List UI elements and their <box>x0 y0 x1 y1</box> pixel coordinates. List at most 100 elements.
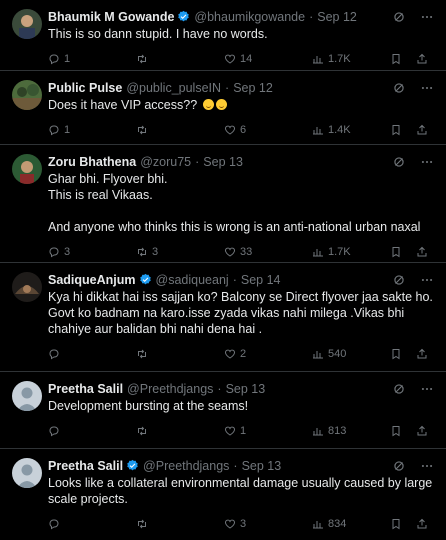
tweet[interactable]: Zoru Bhathena @zoru75 · Sep 13 Ghar bhi.… <box>0 145 446 263</box>
tweet-date[interactable]: Sep 14 <box>241 273 281 287</box>
bookmark-icon[interactable] <box>390 246 402 258</box>
reply-button[interactable] <box>48 425 136 437</box>
more-icon[interactable] <box>420 10 434 24</box>
tweet-actions: 1 6 1.4K <box>48 113 434 147</box>
like-button[interactable]: 2 <box>224 348 312 360</box>
views-button[interactable]: 1.7K <box>312 53 388 65</box>
more-icon[interactable] <box>420 273 434 287</box>
tweet[interactable]: Public Pulse @public_pulseIN · Sep 12 Do… <box>0 71 446 145</box>
more-icon[interactable] <box>420 81 434 95</box>
grok-icon[interactable] <box>392 155 406 169</box>
display-name[interactable]: Public Pulse <box>48 81 122 95</box>
like-button[interactable]: 3 <box>224 518 312 530</box>
views-icon <box>313 351 323 359</box>
tweet-date[interactable]: Sep 12 <box>233 81 273 95</box>
bookmark-icon[interactable] <box>390 124 402 136</box>
grok-icon[interactable] <box>392 382 406 396</box>
tweet-text: Ghar bhi. Flyover bhi. This is real Vika… <box>48 171 434 235</box>
avatar[interactable] <box>12 80 42 110</box>
retweet-button[interactable] <box>136 518 224 530</box>
user-handle[interactable]: @Preethdjangs <box>143 459 229 473</box>
retweet-button[interactable] <box>136 348 224 360</box>
avatar[interactable] <box>12 381 42 411</box>
bookmark-icon[interactable] <box>390 518 402 530</box>
tweet[interactable]: Bhaumik M Gowande @bhaumikgowande · Sep … <box>0 0 446 71</box>
views-button[interactable]: 813 <box>312 425 388 437</box>
more-icon[interactable] <box>420 382 434 396</box>
reply-button[interactable] <box>48 518 136 530</box>
bookmark-icon[interactable] <box>390 53 402 65</box>
share-icon[interactable] <box>416 425 428 437</box>
display-name[interactable]: Preetha Salil <box>48 382 123 396</box>
like-button[interactable]: 6 <box>224 124 312 136</box>
display-name[interactable]: Zoru Bhathena <box>48 155 136 169</box>
more-icon[interactable] <box>420 155 434 169</box>
like-count: 6 <box>240 124 247 136</box>
view-count: 834 <box>328 518 347 530</box>
reply-button[interactable]: 1 <box>48 124 136 136</box>
grok-icon[interactable] <box>392 81 406 95</box>
bookmark-icon[interactable] <box>390 425 402 437</box>
reply-button[interactable] <box>48 348 136 360</box>
view-count: 813 <box>328 425 347 437</box>
tweet-text-content: Does it have VIP access?? <box>48 98 198 112</box>
retweet-button[interactable]: 3 <box>136 246 224 258</box>
share-icon[interactable] <box>416 124 428 136</box>
tweet[interactable]: Preetha Salil @Preethdjangs · Sep 13 Dev… <box>0 372 446 449</box>
avatar[interactable] <box>12 9 42 39</box>
tweet-date[interactable]: Sep 13 <box>226 382 266 396</box>
share-icon[interactable] <box>416 53 428 65</box>
reply-button[interactable]: 3 <box>48 246 136 258</box>
user-handle[interactable]: @bhaumikgowande <box>194 10 305 24</box>
tweet[interactable]: SadiqueAnjum @sadiqueanj · Sep 14 Kya hi… <box>0 263 446 372</box>
tweet-date[interactable]: Sep 13 <box>203 155 243 169</box>
user-handle[interactable]: @public_pulseIN <box>126 81 221 95</box>
reply-button[interactable]: 1 <box>48 53 136 65</box>
share-icon[interactable] <box>416 348 428 360</box>
tweet-header-actions <box>392 155 434 169</box>
tweet[interactable]: Preetha Salil @Preethdjangs · Sep 13 Loo… <box>0 449 446 540</box>
more-icon[interactable] <box>420 459 434 473</box>
views-button[interactable]: 1.7K <box>312 246 388 258</box>
views-icon <box>313 428 323 436</box>
like-button[interactable]: 33 <box>224 246 312 258</box>
tweet-text-line <box>48 203 434 219</box>
display-name[interactable]: Bhaumik M Gowande <box>48 10 174 24</box>
separator-dot: · <box>309 9 314 24</box>
tweet-date[interactable]: Sep 13 <box>242 459 282 473</box>
views-button[interactable]: 834 <box>312 518 388 530</box>
views-button[interactable]: 540 <box>312 348 388 360</box>
avatar[interactable] <box>12 458 42 488</box>
reply-icon <box>49 247 59 258</box>
like-count: 33 <box>240 246 253 258</box>
display-name[interactable]: Preetha Salil <box>48 459 123 473</box>
retweet-button[interactable] <box>136 425 224 437</box>
share-icon[interactable] <box>416 518 428 530</box>
tweet-header-actions <box>392 81 434 95</box>
retweet-icon <box>138 349 146 359</box>
grok-icon[interactable] <box>392 273 406 287</box>
grok-icon[interactable] <box>392 10 406 24</box>
tweet-text-line: Kya hi dikkat hai iss sajjan ko? Balcony… <box>48 290 433 336</box>
display-name[interactable]: SadiqueAnjum <box>48 273 136 287</box>
tweet-header: Preetha Salil @Preethdjangs · Sep 13 <box>48 380 434 397</box>
retweet-button[interactable] <box>136 53 224 65</box>
user-handle[interactable]: @Preethdjangs <box>127 382 213 396</box>
tweet-date[interactable]: Sep 12 <box>317 10 357 24</box>
grok-icon[interactable] <box>392 459 406 473</box>
user-handle[interactable]: @zoru75 <box>140 155 191 169</box>
tweet-text: This is so dann stupid. I have no words. <box>48 26 434 42</box>
like-button[interactable]: 1 <box>224 425 312 437</box>
views-button[interactable]: 1.4K <box>312 124 388 136</box>
tweet-end-actions <box>390 348 428 360</box>
avatar[interactable] <box>12 272 42 302</box>
bookmark-icon[interactable] <box>390 348 402 360</box>
share-icon[interactable] <box>416 246 428 258</box>
retweet-icon <box>138 125 146 135</box>
tweet-text: Does it have VIP access?? <box>48 97 434 113</box>
avatar[interactable] <box>12 154 42 184</box>
user-handle[interactable]: @sadiqueanj <box>156 273 229 287</box>
like-button[interactable]: 14 <box>224 53 312 65</box>
retweet-button[interactable] <box>136 124 224 136</box>
tweet-header-actions <box>392 459 434 473</box>
